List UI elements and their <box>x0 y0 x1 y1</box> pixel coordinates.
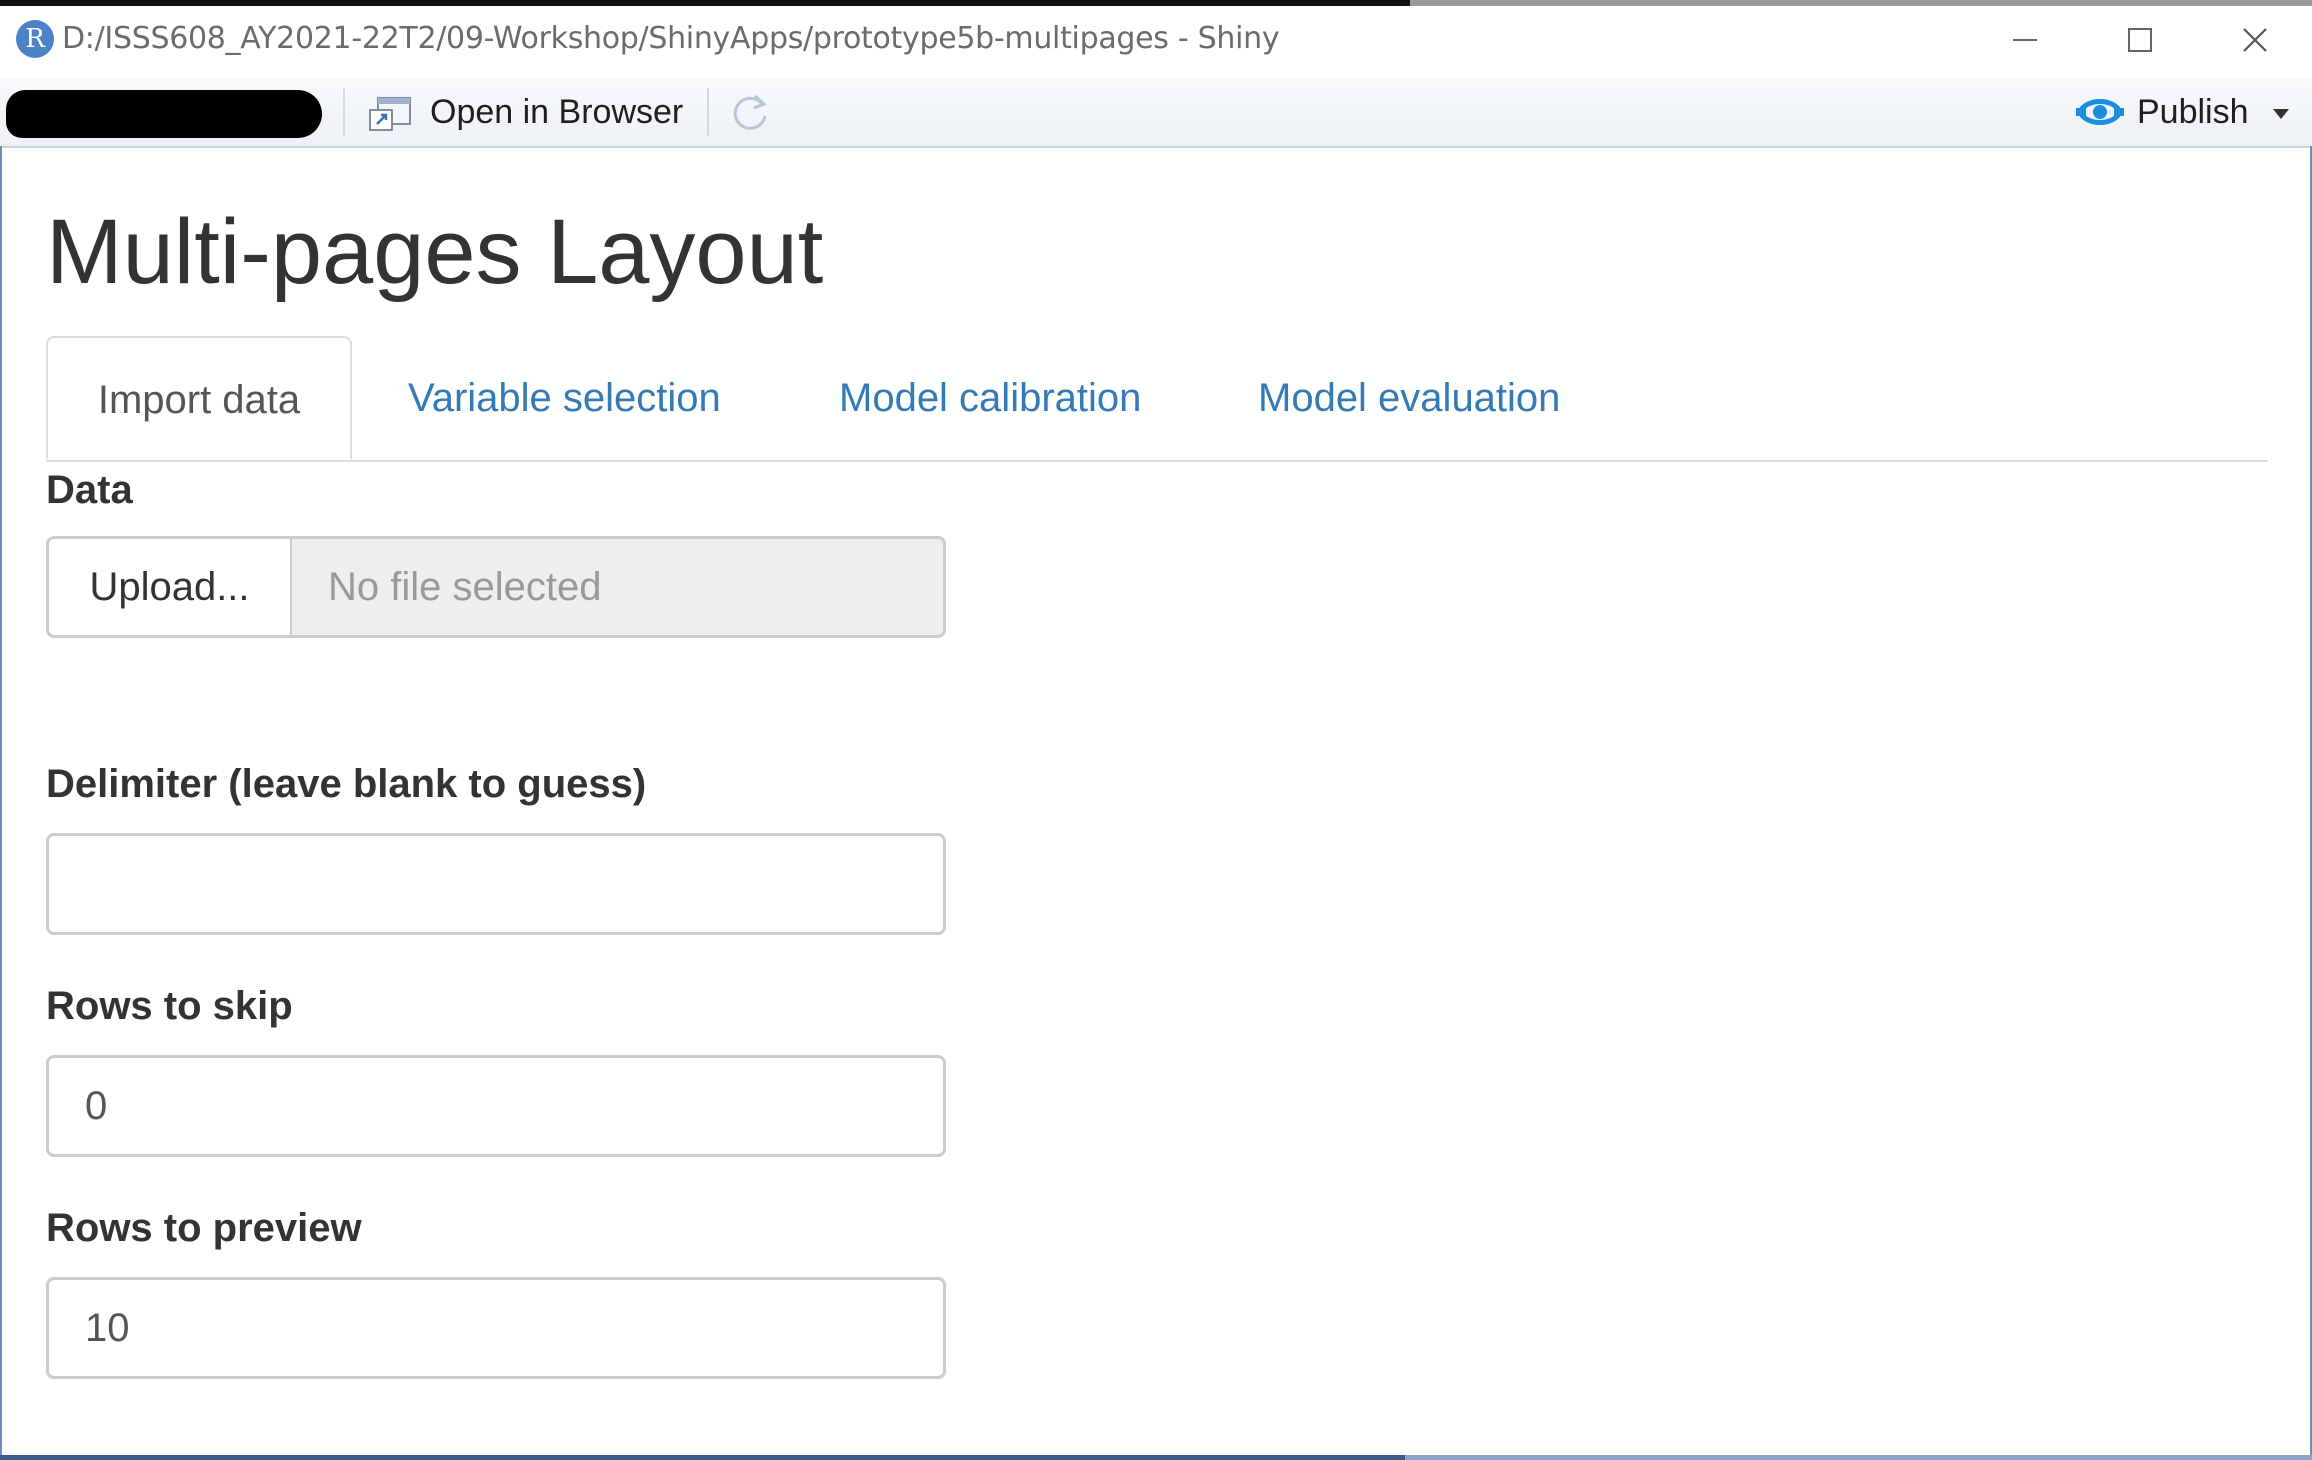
page-title: Multi-pages Layout <box>46 201 824 303</box>
refresh-icon[interactable] <box>728 90 772 134</box>
redacted-area <box>6 90 322 138</box>
publish-icon[interactable] <box>2074 90 2126 134</box>
upload-button[interactable]: Upload... <box>46 536 291 638</box>
tab-bar: Import data Variable selection Model cal… <box>46 336 2268 462</box>
chevron-down-icon[interactable] <box>2272 108 2290 120</box>
close-icon[interactable] <box>2210 10 2300 70</box>
open-in-browser-button[interactable]: Open in Browser <box>430 93 683 132</box>
screen-edge-strip <box>0 0 1410 6</box>
tab-variable-selection[interactable]: Variable selection <box>408 336 721 460</box>
maximize-icon[interactable] <box>2095 10 2185 70</box>
delimiter-label: Delimiter (leave blank to guess) <box>46 762 647 806</box>
minimize-icon[interactable] <box>1980 10 2070 70</box>
tab-model-evaluation[interactable]: Model evaluation <box>1258 336 1560 460</box>
toolbar-divider <box>343 88 345 136</box>
window-title-bar: R D:/ISSS608_AY2021-22T2/09-Workshop/Shi… <box>0 0 2312 79</box>
rows-to-preview-label: Rows to preview <box>46 1206 362 1250</box>
publish-button[interactable]: Publish <box>2137 93 2249 132</box>
rows-to-preview-input[interactable] <box>46 1277 946 1379</box>
screen-edge-strip-right <box>1410 0 2312 6</box>
r-logo-icon: R <box>16 20 54 58</box>
rows-to-skip-label: Rows to skip <box>46 984 293 1028</box>
delimiter-input[interactable] <box>46 833 946 935</box>
data-label: Data <box>46 468 133 512</box>
tab-import-data[interactable]: Import data <box>46 336 352 460</box>
window-title: D:/ISSS608_AY2021-22T2/09-Workshop/Shiny… <box>62 21 1280 56</box>
taskbar-edge-right <box>1405 1455 2312 1460</box>
rows-to-skip-input[interactable] <box>46 1055 946 1157</box>
viewer-toolbar: Open in Browser Publish <box>0 78 2312 148</box>
toolbar-divider <box>707 88 709 136</box>
file-name-display: No file selected <box>291 536 946 638</box>
tab-model-calibration[interactable]: Model calibration <box>839 336 1141 460</box>
browser-window-icon[interactable] <box>368 94 414 134</box>
window-border <box>0 146 2 1460</box>
